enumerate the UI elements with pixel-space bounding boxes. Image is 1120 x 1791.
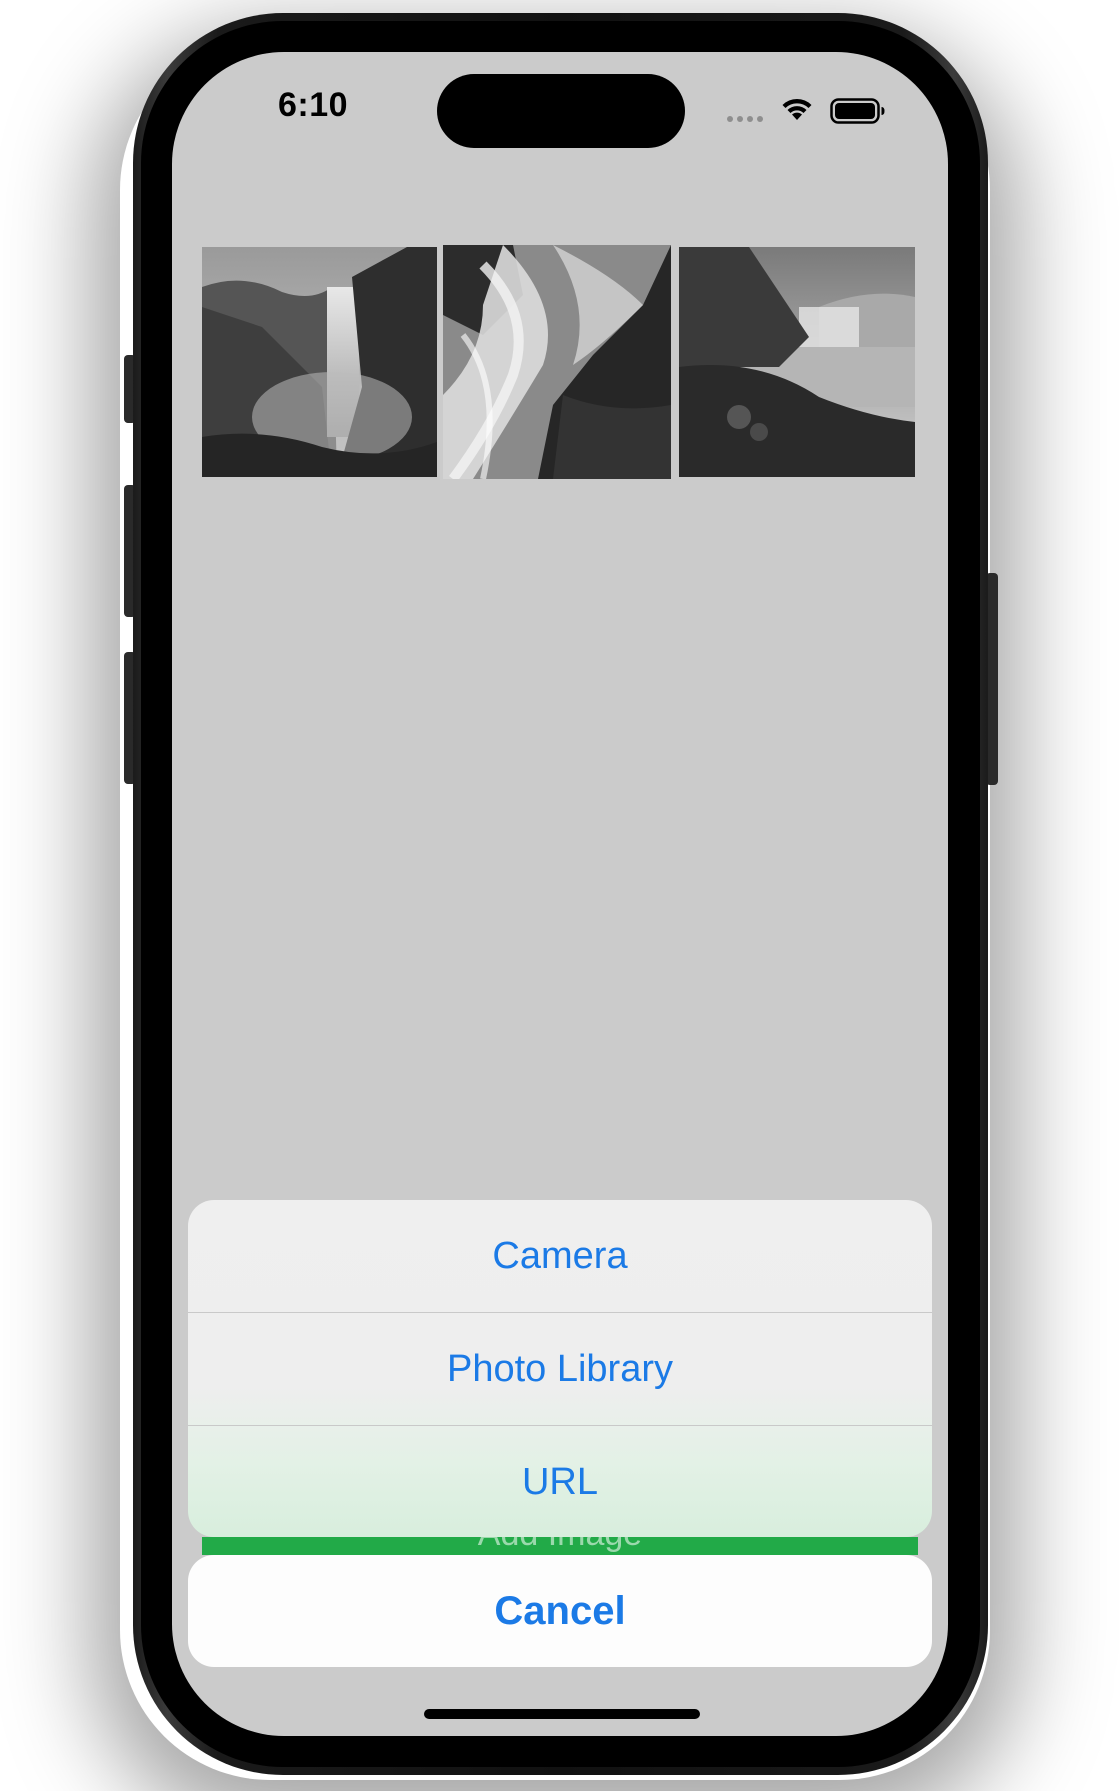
cancel-button[interactable]: Cancel bbox=[188, 1555, 932, 1667]
url-option[interactable]: URL bbox=[188, 1426, 932, 1537]
dynamic-island bbox=[437, 74, 685, 148]
waterfall-photo-3[interactable] bbox=[679, 247, 915, 477]
action-sheet: Camera Photo Library URL bbox=[188, 1200, 932, 1537]
add-image-button-label: Add Image bbox=[202, 1537, 918, 1554]
photo-library-option[interactable]: Photo Library bbox=[188, 1313, 932, 1425]
camera-option[interactable]: Camera bbox=[188, 1200, 932, 1312]
cellular-signal-icon bbox=[727, 116, 763, 122]
home-indicator[interactable] bbox=[424, 1709, 700, 1719]
add-image-button[interactable]: Add Image bbox=[202, 1537, 918, 1555]
wifi-icon bbox=[782, 98, 812, 120]
status-time: 6:10 bbox=[278, 86, 349, 124]
screen: 6:10 Camera Photo Library URL Cancel bbox=[172, 52, 948, 1736]
battery-icon bbox=[830, 98, 885, 124]
waterfall-photo-1[interactable] bbox=[202, 247, 437, 477]
waterfall-photo-2[interactable] bbox=[443, 245, 671, 479]
